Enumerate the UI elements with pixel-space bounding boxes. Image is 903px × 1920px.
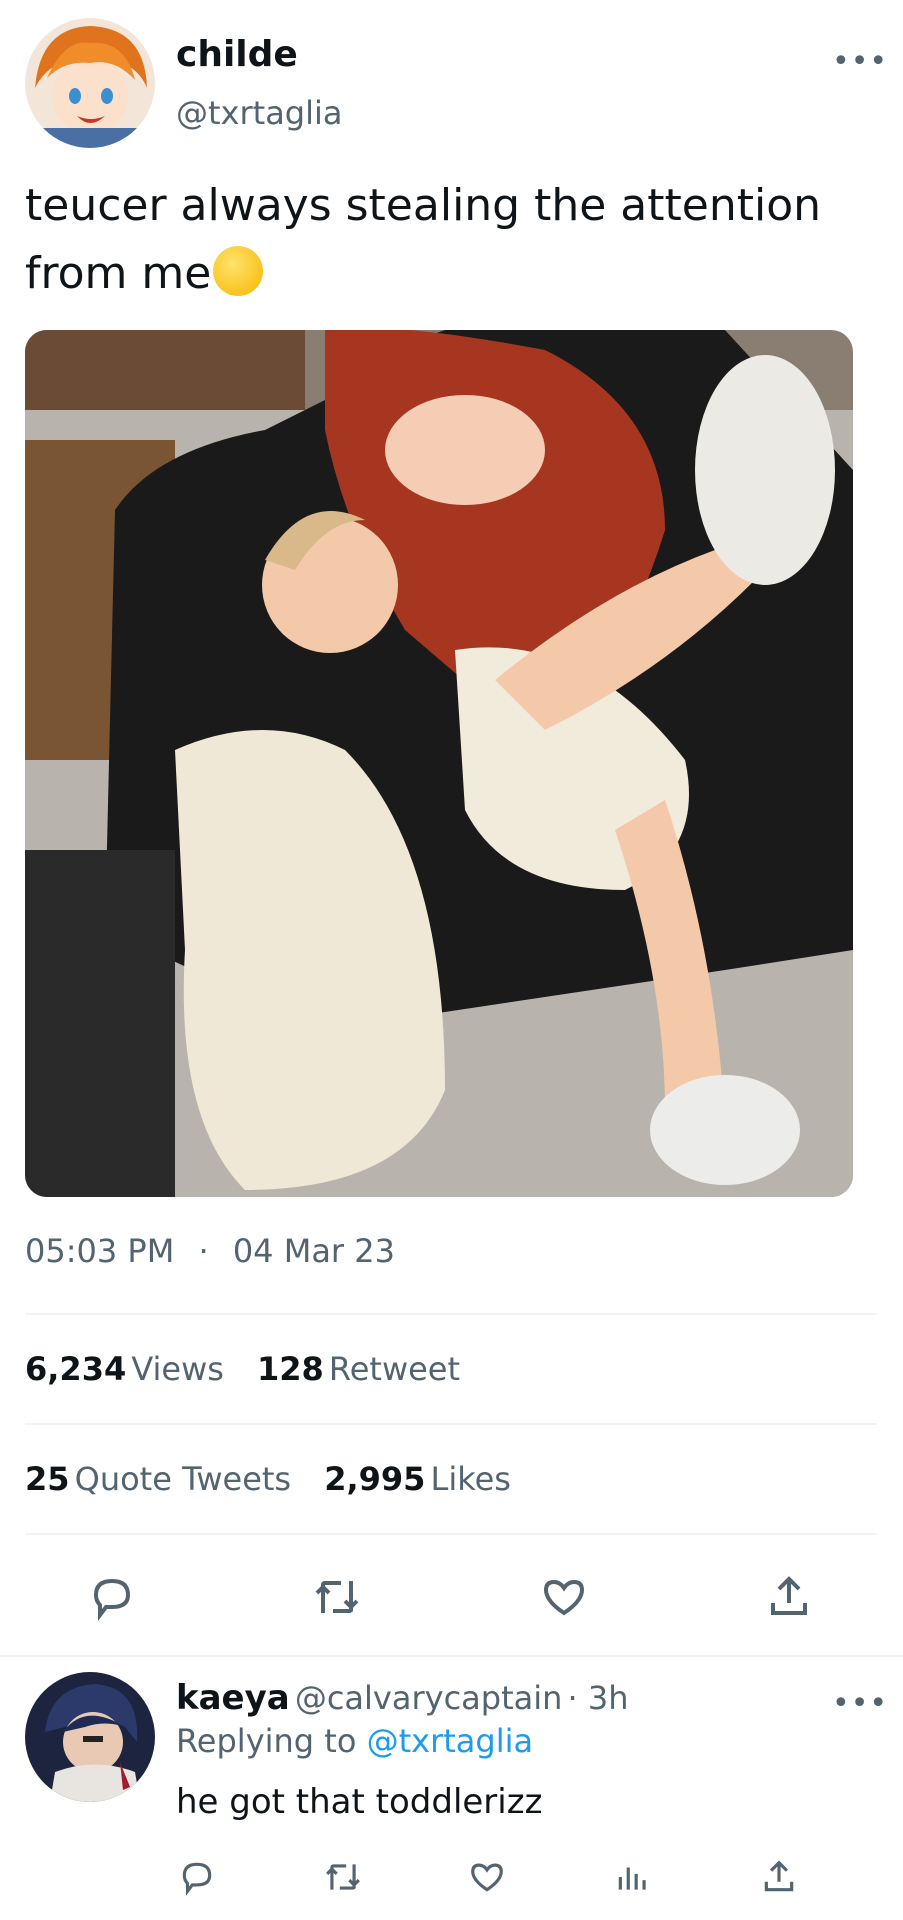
stats-row-views-retweets: 6,234 Views 128 Retweet (25, 1350, 460, 1388)
analytics-icon[interactable] (614, 1858, 652, 1896)
quotes-stat[interactable]: 25 Quote Tweets (25, 1460, 296, 1498)
quotes-count: 25 (25, 1460, 70, 1498)
tweet-text-body: teucer always stealing the attention fro… (25, 180, 821, 299)
likes-count: 2,995 (324, 1460, 426, 1498)
divider (25, 1313, 877, 1315)
tweet-date: 04 Mar 23 (232, 1232, 395, 1270)
reply-like-icon[interactable] (468, 1858, 506, 1896)
tweet-timestamp[interactable]: 05:03 PM · 04 Mar 23 (25, 1232, 395, 1270)
reply-time: · 3h (567, 1679, 629, 1717)
tweet-photo[interactable] (25, 330, 853, 1197)
divider (25, 1533, 877, 1535)
reply-author-handle[interactable]: @calvarycaptain (295, 1679, 563, 1717)
replying-to-handle[interactable]: @txrtaglia (367, 1722, 534, 1760)
reply-share-icon[interactable] (760, 1858, 798, 1896)
views-count: 6,234 (25, 1350, 127, 1388)
share-icon[interactable] (765, 1573, 813, 1621)
reply-avatar[interactable] (25, 1672, 155, 1802)
reply-retweet-icon[interactable] (322, 1858, 364, 1896)
like-icon[interactable] (540, 1573, 588, 1621)
confused-face-icon (213, 246, 264, 296)
replying-to: Replying to @txrtaglia (176, 1722, 533, 1760)
reply-author-name[interactable]: kaeya (176, 1678, 290, 1718)
retweets-count: 128 (257, 1350, 324, 1388)
author-name[interactable]: childe (176, 34, 298, 75)
replying-to-prefix: Replying to (176, 1722, 357, 1760)
reply-reply-icon[interactable] (178, 1858, 216, 1896)
quotes-label: Quote Tweets (74, 1460, 292, 1498)
section-divider (0, 1655, 903, 1657)
retweet-icon[interactable] (311, 1573, 363, 1621)
retweets-label: Retweet (328, 1350, 461, 1388)
likes-stat[interactable]: 2,995 Likes (324, 1460, 511, 1498)
author-avatar[interactable] (25, 18, 155, 148)
stats-row-quotes-likes: 25 Quote Tweets 2,995 Likes (25, 1460, 511, 1498)
divider (25, 1423, 877, 1425)
tweet-text: teucer always stealing the attention fro… (25, 172, 885, 308)
reply-text: he got that toddlerizz (176, 1782, 543, 1822)
reply-more-icon[interactable]: ••• (832, 1686, 888, 1721)
retweets-stat[interactable]: 128 Retweet (257, 1350, 460, 1388)
reply-icon[interactable] (88, 1573, 136, 1621)
views-label: Views (131, 1350, 224, 1388)
author-handle[interactable]: @txrtaglia (176, 94, 343, 132)
more-icon[interactable]: ••• (832, 44, 888, 79)
likes-label: Likes (430, 1460, 511, 1498)
reply-header: kaeya @calvarycaptain · 3h (176, 1678, 628, 1718)
meta-separator: · (198, 1232, 209, 1270)
tweet-time: 05:03 PM (25, 1232, 175, 1270)
